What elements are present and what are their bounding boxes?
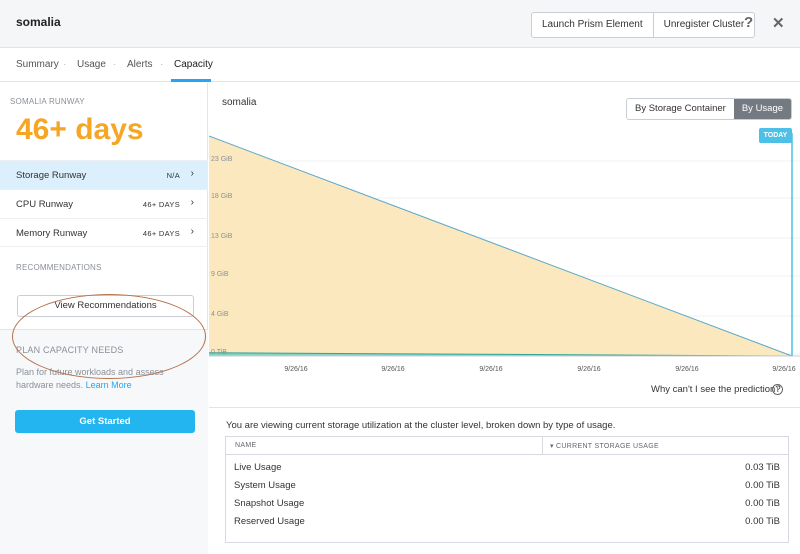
table-row: Snapshot Usage 0.00 TiB	[226, 494, 788, 512]
row-name: System Usage	[234, 480, 296, 491]
capacity-main-panel: somalia By Storage Container By Usage 23…	[209, 83, 800, 554]
y-tick-label: 0 TiB	[211, 349, 227, 356]
by-usage-button[interactable]: By Usage	[733, 99, 792, 119]
header-bar: somalia Launch Prism Element Unregister …	[0, 0, 800, 48]
tab-capacity[interactable]: Capacity	[174, 59, 213, 70]
header-button-group: Launch Prism Element Unregister Cluster	[531, 12, 756, 38]
row-value: 0.00 TiB	[745, 516, 780, 527]
y-tick-label: 23 GiB	[211, 156, 233, 163]
row-value: 0.03 TiB	[745, 462, 780, 473]
cluster-title: somalia	[16, 15, 61, 29]
usage-column-header[interactable]: ▾ CURRENT STORAGE USAGE	[550, 442, 659, 450]
unregister-cluster-button[interactable]: Unregister Cluster	[652, 13, 755, 37]
x-tick-label: 9/26/16	[577, 366, 600, 373]
chevron-right-icon: ›	[190, 168, 194, 179]
row-value: 0.00 TiB	[745, 498, 780, 509]
view-toggle: By Storage Container By Usage	[626, 98, 793, 120]
tab-bar: Summary · Usage · Alerts · Capacity	[0, 48, 800, 82]
table-row: Reserved Usage 0.00 TiB	[226, 512, 788, 530]
runway-row-value: 46+ DAYS	[142, 229, 180, 238]
get-started-button[interactable]: Get Started	[15, 410, 195, 433]
column-divider	[542, 437, 543, 454]
name-column-header[interactable]: NAME	[235, 442, 256, 449]
runway-sidebar: SOMALIA RUNWAY 46+ days Storage Runway N…	[0, 83, 208, 554]
storage-usage-table: NAME ▾ CURRENT STORAGE USAGE Live Usage …	[225, 436, 789, 543]
by-storage-container-button[interactable]: By Storage Container	[627, 99, 734, 119]
chevron-right-icon: ›	[190, 226, 194, 237]
runway-row-label: Memory Runway	[16, 228, 88, 239]
x-tick-label: 9/26/16	[284, 366, 307, 373]
tab-alerts[interactable]: Alerts	[127, 59, 153, 70]
active-tab-indicator	[171, 79, 211, 82]
info-icon[interactable]: i	[772, 384, 783, 395]
runway-row-value: N/A	[166, 171, 180, 180]
plan-capacity-description: Plan for future workloads and assess har…	[16, 366, 196, 392]
runway-label: SOMALIA RUNWAY	[10, 97, 85, 106]
x-tick-label: 9/26/16	[772, 366, 795, 373]
y-tick-label: 4 GiB	[211, 311, 229, 318]
tab-usage[interactable]: Usage	[77, 59, 106, 70]
table-row: Live Usage 0.03 TiB	[226, 458, 788, 476]
tab-separator: ·	[113, 59, 117, 70]
y-tick-label: 13 GiB	[211, 233, 233, 240]
storage-info-text: You are viewing current storage utilizat…	[226, 420, 616, 431]
tab-summary[interactable]: Summary	[16, 59, 59, 70]
x-tick-label: 9/26/16	[675, 366, 698, 373]
storage-runway-row[interactable]: Storage Runway N/A ›	[0, 160, 208, 189]
tab-separator: ·	[63, 59, 67, 70]
cpu-runway-row[interactable]: CPU Runway 46+ DAYS ›	[0, 189, 208, 218]
today-badge: TODAY	[759, 128, 792, 143]
tab-separator: ·	[160, 59, 164, 70]
runway-row-label: Storage Runway	[16, 170, 87, 181]
x-tick-label: 9/26/16	[479, 366, 502, 373]
view-recommendations-button[interactable]: View Recommendations	[17, 295, 194, 317]
runway-days: 46+ days	[16, 113, 144, 146]
y-tick-label: 18 GiB	[211, 193, 233, 200]
prediction-question[interactable]: Why can't I see the prediction?	[651, 384, 781, 395]
plan-capacity-section: PLAN CAPACITY NEEDS Plan for future work…	[0, 329, 208, 554]
x-tick-label: 9/26/16	[381, 366, 404, 373]
table-header: NAME ▾ CURRENT STORAGE USAGE	[226, 437, 788, 455]
memory-runway-row[interactable]: Memory Runway 46+ DAYS ›	[0, 218, 208, 247]
chart-title: somalia	[222, 97, 257, 108]
row-value: 0.00 TiB	[745, 480, 780, 491]
help-icon[interactable]: ?	[744, 14, 753, 31]
learn-more-link[interactable]: Learn More	[86, 380, 132, 390]
row-name: Reserved Usage	[234, 516, 305, 527]
close-icon[interactable]: ✕	[772, 14, 785, 32]
section-divider	[209, 407, 800, 408]
plan-capacity-title: PLAN CAPACITY NEEDS	[16, 345, 124, 355]
recommendations-label: RECOMMENDATIONS	[16, 263, 102, 272]
table-row: System Usage 0.00 TiB	[226, 476, 788, 494]
runway-row-label: CPU Runway	[16, 199, 74, 210]
launch-prism-element-button[interactable]: Launch Prism Element	[532, 13, 653, 37]
runway-row-value: 46+ DAYS	[142, 200, 180, 209]
chevron-right-icon: ›	[190, 197, 194, 208]
row-name: Live Usage	[234, 462, 282, 473]
y-tick-label: 9 GiB	[211, 271, 229, 278]
row-name: Snapshot Usage	[234, 498, 305, 509]
capacity-chart: 23 GiB 18 GiB 13 GiB 9 GiB 4 GiB 0 TiB 9/26/16…	[209, 133, 800, 373]
